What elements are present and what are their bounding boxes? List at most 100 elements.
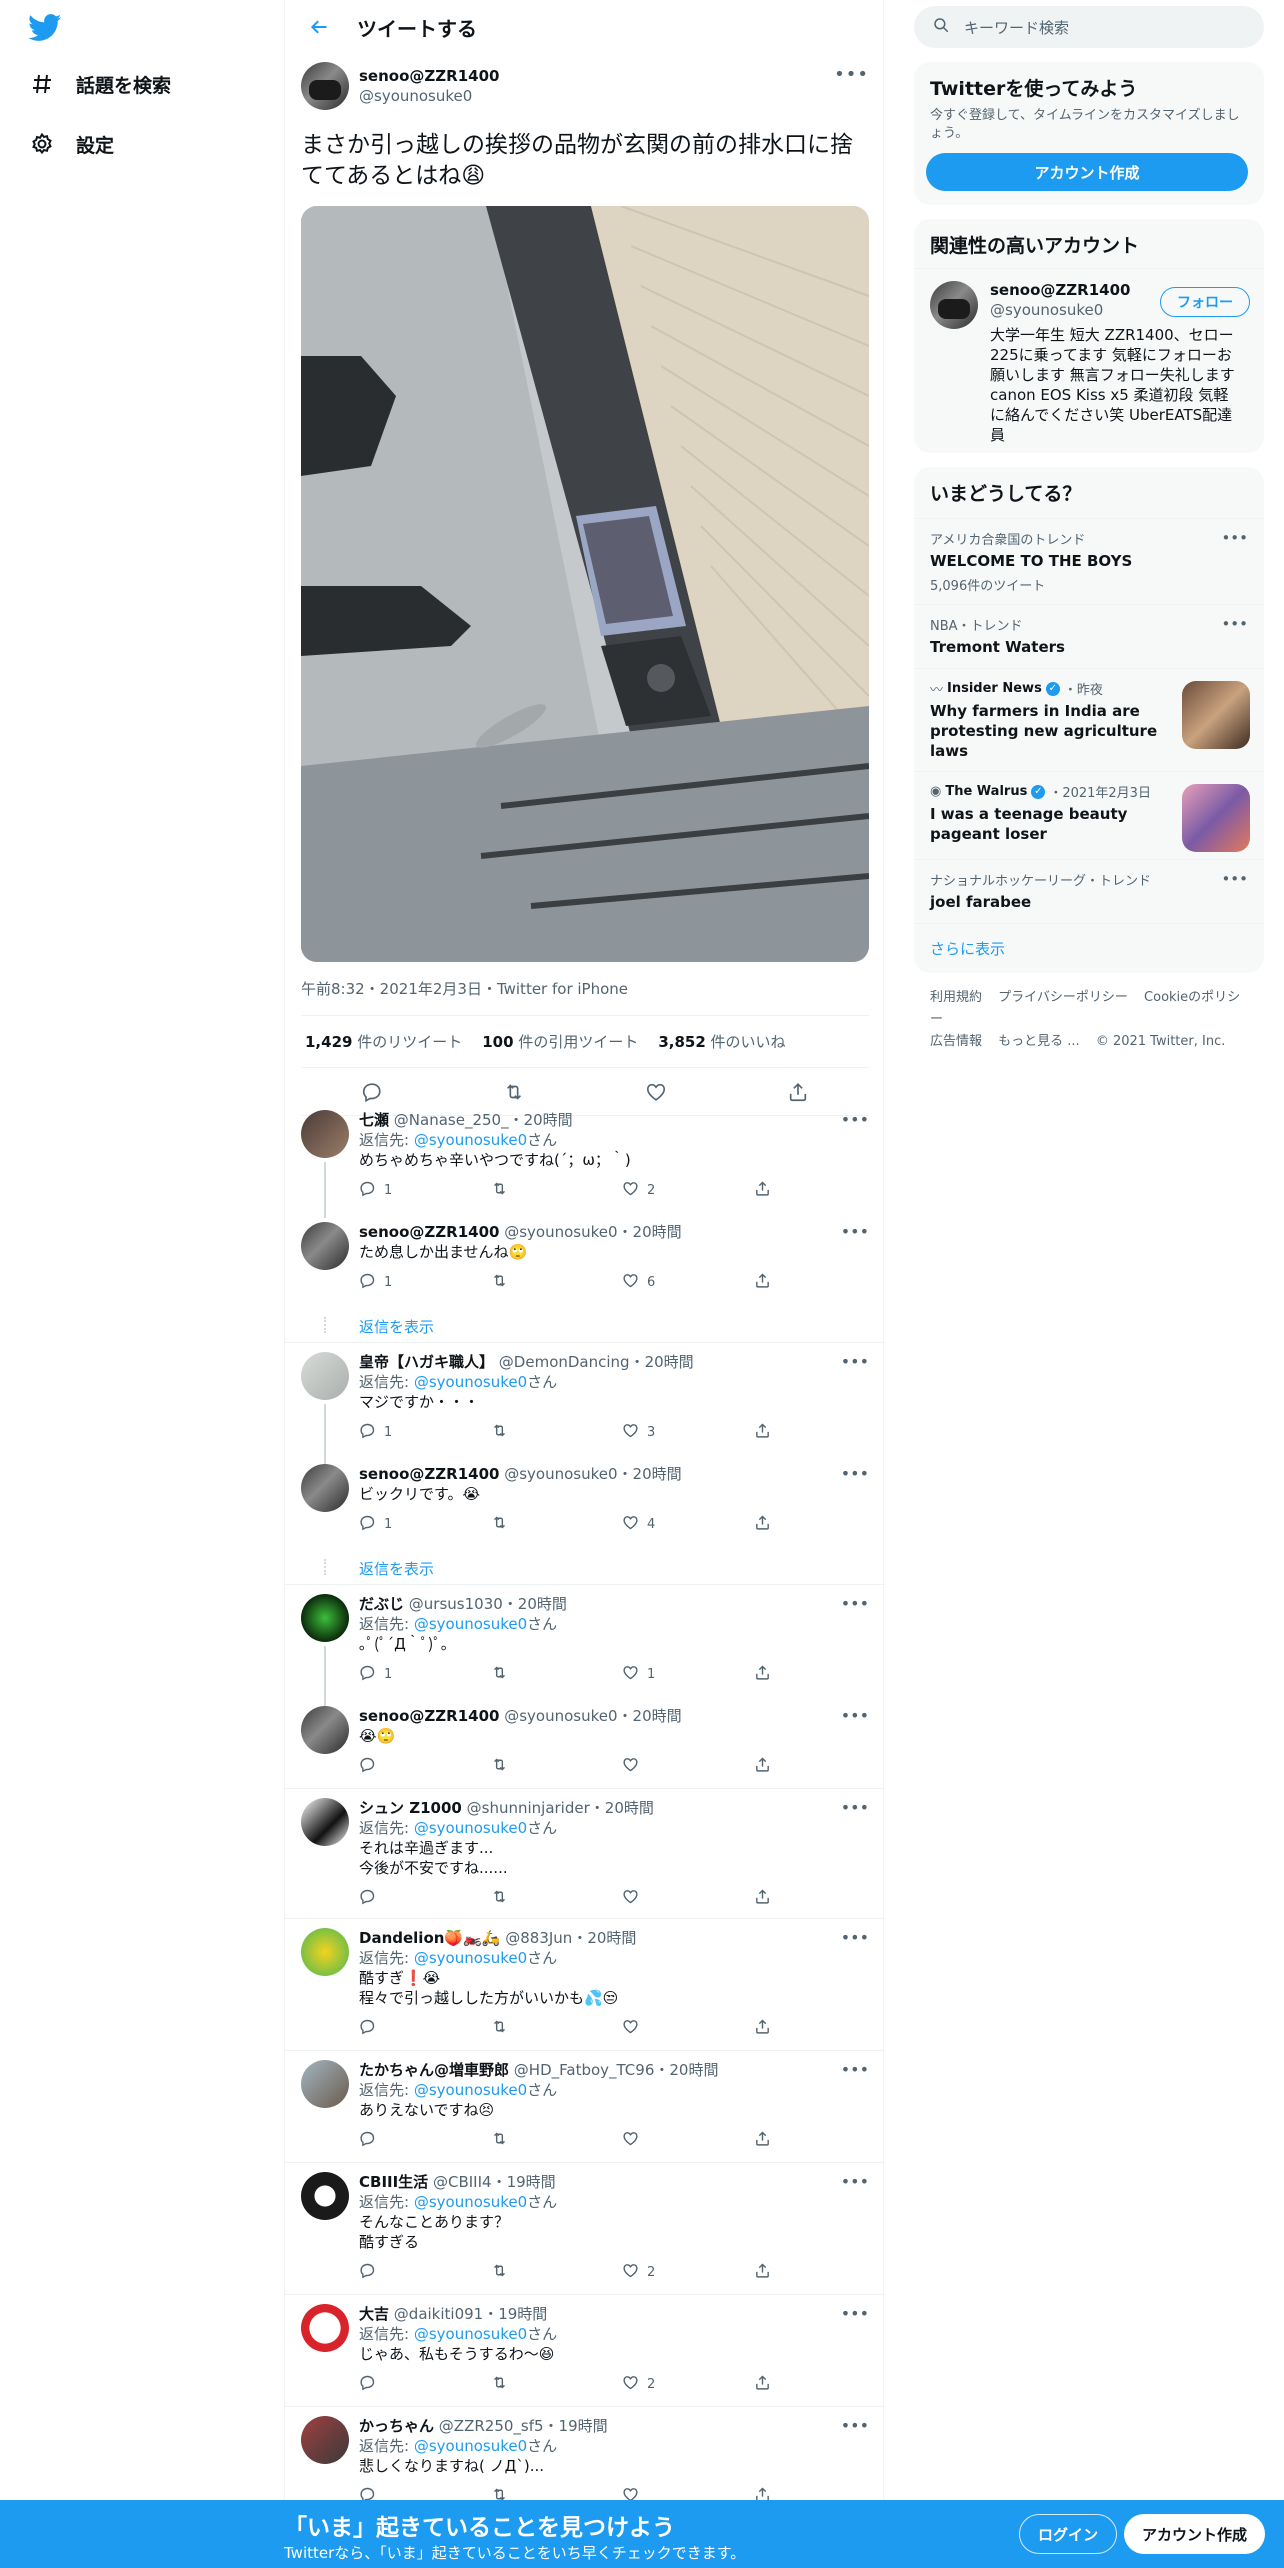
more-options-icon[interactable]: ••• [841,1110,869,1129]
account-item[interactable]: senoo@ZZR1400 @syounosuke0 大学一年生 短大 ZZR1… [914,269,1264,453]
footer-link-privacy[interactable]: プライバシーポリシー [998,990,1128,1005]
replying-to-handle[interactable]: @syounosuke0 [414,1131,527,1149]
reply-time[interactable]: ・20時間 [509,1111,573,1129]
reply-display-name[interactable]: 皇帝【ハガキ職人】 [359,1353,494,1371]
more-options-icon[interactable]: ••• [1221,870,1248,888]
footer-link-terms[interactable]: 利用規約 [930,990,982,1005]
avatar[interactable] [301,1706,349,1754]
trend-item[interactable]: NBA・トレンド Tremont Waters ••• [914,604,1264,668]
avatar[interactable] [301,1222,349,1270]
reply-tweet[interactable]: Dandelion🍑🏍️🛵 @883Jun・20時間 返信先: @syounosu… [285,1928,885,2038]
news-thumbnail[interactable] [1182,784,1250,852]
retweet-button[interactable] [491,2018,623,2039]
signup-button[interactable]: アカウント作成 [1124,2514,1266,2554]
reply-username[interactable]: @ursus1030 [409,1595,503,1613]
like-icon[interactable] [643,1079,669,1105]
more-options-icon[interactable]: ••• [841,1222,869,1241]
replying-to-handle[interactable]: @syounosuke0 [414,2081,527,2099]
reply-button[interactable]: 1 [359,1514,491,1535]
twitter-bird-icon[interactable] [28,14,62,42]
share-button[interactable] [754,1664,886,1685]
more-options-icon[interactable]: ••• [834,64,869,85]
reply-tweet[interactable]: かっちゃん @ZZR250_sf5・19時間 返信先: @syounosuke0さ… [285,2416,885,2506]
more-options-icon[interactable]: ••• [841,1706,869,1725]
replying-to-handle[interactable]: @syounosuke0 [414,1949,527,1967]
reply-display-name[interactable]: senoo@ZZR1400 [359,1223,499,1241]
reply-username[interactable]: @HD_Fatboy_TC96 [514,2061,655,2079]
show-replies-link[interactable]: 返信を表示 [359,1558,434,1579]
reply-time[interactable]: ・20時間 [503,1595,567,1613]
like-button[interactable] [622,1756,754,1777]
reply-display-name[interactable]: CBIII生活 [359,2173,428,2191]
reply-button[interactable] [359,2262,491,2283]
replying-to-handle[interactable]: @syounosuke0 [414,2437,527,2455]
retweet-button[interactable] [491,1180,623,1201]
like-button[interactable]: 2 [622,1180,754,1201]
retweet-button[interactable] [491,1272,623,1293]
replying-to-handle[interactable]: @syounosuke0 [414,1819,527,1837]
reply-username[interactable]: @shunninjarider [467,1799,590,1817]
reply-username[interactable]: @883Jun [505,1929,572,1947]
retweet-button[interactable] [491,2130,623,2151]
avatar[interactable] [301,2416,349,2464]
share-button[interactable] [754,1422,886,1443]
reply-button[interactable]: 1 [359,1180,491,1201]
share-button[interactable] [754,2262,886,2283]
reply-tweet[interactable]: 七瀬 @Nanase_250_・20時間 返信先: @syounosuke0さんめ… [285,1110,885,1218]
avatar[interactable] [301,1928,349,1976]
reply-tweet[interactable]: CBIII生活 @CBIII4・19時間 返信先: @syounosuke0さんそ… [285,2172,885,2282]
like-button[interactable]: 2 [622,2374,754,2395]
more-options-icon[interactable]: ••• [841,1352,869,1371]
reply-button[interactable]: 1 [359,1422,491,1443]
reply-display-name[interactable]: 大吉 [359,2305,389,2323]
like-button[interactable]: 2 [622,2262,754,2283]
reply-time[interactable]: ・19時間 [483,2305,547,2323]
reply-username[interactable]: @DemonDancing [499,1353,630,1371]
reply-display-name[interactable]: たかちゃん@増車野郎 [359,2061,509,2079]
avatar[interactable] [301,2060,349,2108]
avatar[interactable] [301,1798,349,1846]
reply-username[interactable]: @daikiti091 [394,2305,483,2323]
retweet-button[interactable] [491,2374,623,2395]
avatar[interactable] [301,2172,349,2220]
reply-time[interactable]: ・20時間 [590,1799,654,1817]
share-button[interactable] [754,1272,886,1293]
reply-display-name[interactable]: Dandelion🍑🏍️🛵 [359,1929,500,1947]
reply-display-name[interactable]: 七瀬 [359,1111,389,1129]
reply-username[interactable]: @ZZR250_sf5 [439,2417,544,2435]
author-display-name[interactable]: senoo@ZZR1400 [359,67,499,85]
reply-display-name[interactable]: かっちゃん [359,2417,434,2435]
like-stat[interactable]: 3,852 件のいいね [658,1031,785,1052]
nav-settings[interactable]: 設定 [28,130,114,158]
reply-time[interactable]: ・20時間 [618,1465,682,1483]
retweet-button[interactable] [491,1422,623,1443]
like-button[interactable] [622,1888,754,1909]
tweet-author[interactable]: senoo@ZZR1400 @syounosuke0 ••• [301,54,869,118]
reply-button[interactable]: 1 [359,1272,491,1293]
retweet-button[interactable] [491,1514,623,1535]
reply-button[interactable] [359,2130,491,2151]
reply-button[interactable] [359,2018,491,2039]
trend-item[interactable]: ナショナルホッケーリーグ・トレンド joel farabee ••• [914,859,1264,923]
login-button[interactable]: ログイン [1019,2514,1118,2554]
avatar[interactable] [301,1594,349,1642]
reply-time[interactable]: ・20時間 [572,1929,636,1947]
footer-link-more[interactable]: もっと見る ... [998,1034,1080,1049]
reply-button[interactable]: 1 [359,1664,491,1685]
news-item[interactable]: 〰 Insider News ✓ ・昨夜 Why farmers in India a… [914,668,1264,771]
quote-stat[interactable]: 100 件の引用ツイート [482,1031,638,1052]
avatar[interactable] [301,1352,349,1400]
more-options-icon[interactable]: ••• [841,1928,869,1947]
reply-time[interactable]: ・19時間 [544,2417,608,2435]
reply-button[interactable] [359,1756,491,1777]
share-button[interactable] [754,1514,886,1535]
avatar[interactable] [301,1464,349,1512]
reply-button[interactable] [359,2374,491,2395]
more-options-icon[interactable]: ••• [841,2172,869,2191]
reply-time[interactable]: ・19時間 [492,2173,556,2191]
reply-username[interactable]: @syounosuke0 [504,1223,617,1241]
share-button[interactable] [754,1888,886,1909]
more-options-icon[interactable]: ••• [841,1798,869,1817]
like-button[interactable] [622,2130,754,2151]
retweet-stat[interactable]: 1,429 件のリツイート [305,1031,462,1052]
